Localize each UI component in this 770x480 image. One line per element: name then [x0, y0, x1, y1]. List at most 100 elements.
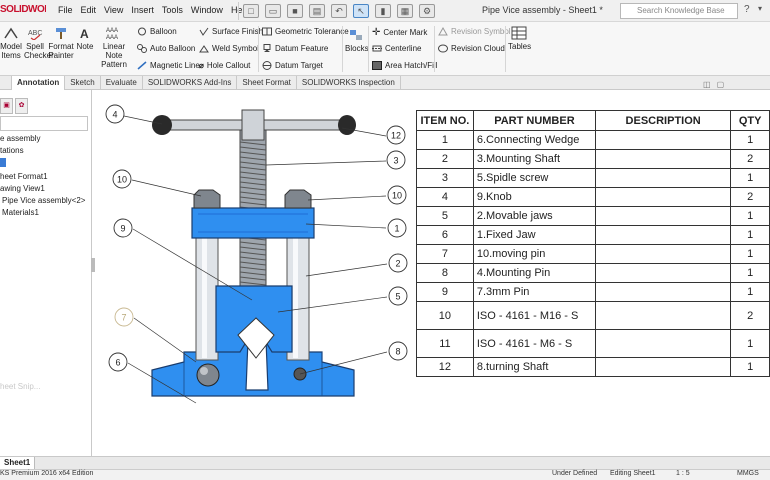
bom-cell-item[interactable]: 10 — [416, 301, 474, 330]
tree-item-annotations[interactable]: tations — [0, 146, 24, 155]
centerline-button[interactable]: Centerline — [372, 44, 421, 53]
bom-cell-part[interactable]: 1.Fixed Jaw — [472, 225, 597, 245]
menu-view[interactable]: View — [104, 5, 123, 15]
balloon-callout[interactable]: 10 — [387, 185, 407, 205]
bom-cell-item[interactable]: 3 — [416, 168, 474, 188]
new-document-icon[interactable]: □ — [243, 4, 259, 18]
tree-item-materials[interactable]: Materials1 — [2, 208, 39, 217]
tree-item-assembly[interactable]: e assembly — [0, 134, 40, 143]
bom-cell-item[interactable]: 2 — [416, 149, 474, 169]
table-row[interactable]: 10 ISO - 4161 - M16 - S 2 — [416, 301, 770, 330]
weld-symbol-button[interactable]: Weld Symbol — [199, 44, 259, 53]
bom-cell-qty[interactable]: 1 — [730, 357, 770, 377]
bom-cell-qty[interactable]: 2 — [730, 301, 770, 330]
bom-header-item-no[interactable]: ITEM NO. — [416, 110, 474, 131]
balloon-callout[interactable]: 9 — [113, 218, 133, 238]
area-hatch-button[interactable]: Area Hatch/Fill — [372, 61, 437, 70]
bom-cell-item[interactable]: 8 — [416, 263, 474, 283]
tree-item-sheet-format[interactable]: heet Format1 — [0, 172, 48, 181]
bom-cell-qty[interactable]: 2 — [730, 187, 770, 207]
bom-cell-part[interactable]: ISO - 4161 - M16 - S — [472, 301, 597, 330]
bom-header-part-number[interactable]: PART NUMBER — [472, 110, 597, 131]
magnetic-line-button[interactable]: Magnetic Line — [137, 61, 200, 70]
menu-edit[interactable]: Edit — [81, 5, 97, 15]
hole-callout-button[interactable]: ⌀ Hole Callout — [199, 61, 250, 70]
bom-cell-desc[interactable] — [594, 187, 732, 207]
bom-cell-desc[interactable] — [594, 206, 732, 226]
bom-cell-item[interactable]: 11 — [416, 329, 474, 358]
tree-filter-input[interactable] — [0, 116, 88, 131]
configuration-manager-icon[interactable]: ✿ — [15, 98, 28, 114]
bom-header-description[interactable]: DESCRIPTION — [594, 110, 732, 131]
status-units[interactable]: MMGS — [737, 470, 759, 477]
save-icon[interactable]: ■ — [287, 4, 303, 18]
table-row[interactable]: 6 1.Fixed Jaw 1 — [416, 225, 770, 245]
bom-cell-part[interactable]: ISO - 4161 - M6 - S — [472, 329, 597, 358]
tab-annotation[interactable]: Annotation — [12, 76, 66, 90]
pipe-vice-drawing-view[interactable]: 412310109 125786 — [96, 90, 416, 430]
balloon-callout[interactable]: 10 — [112, 169, 132, 189]
bom-cell-item[interactable]: 12 — [416, 357, 474, 377]
table-row[interactable]: 11 ISO - 4161 - M6 - S 1 — [416, 329, 770, 358]
balloon-callout[interactable]: 3 — [386, 150, 406, 170]
bom-cell-part[interactable]: 2.Movable jaws — [472, 206, 597, 226]
bom-cell-desc[interactable] — [594, 357, 732, 377]
model-items-button[interactable]: Model Items — [0, 26, 22, 60]
help-icon[interactable]: ? — [744, 4, 750, 15]
tab-sheet-format[interactable]: Sheet Format — [237, 76, 297, 90]
balloon-callout[interactable]: 4 — [105, 104, 125, 124]
tab-solidworks-inspection[interactable]: SOLIDWORKS Inspection — [297, 76, 401, 90]
bom-cell-desc[interactable] — [594, 301, 732, 330]
undo-icon[interactable]: ↶ — [331, 4, 347, 18]
bom-cell-desc[interactable] — [594, 329, 732, 358]
tab-sketch[interactable]: Sketch — [65, 76, 101, 90]
center-mark-button[interactable]: ✛ Center Mark — [372, 27, 427, 38]
bom-cell-desc[interactable] — [594, 282, 732, 302]
bom-cell-part[interactable]: 6.Connecting Wedge — [472, 130, 597, 150]
property-manager-icon[interactable]: ▣ — [0, 98, 13, 114]
knowledge-base-search-input[interactable]: Search Knowledge Base — [620, 3, 738, 19]
bom-cell-item[interactable]: 4 — [416, 187, 474, 207]
table-row[interactable]: 3 5.Spidle screw 1 — [416, 168, 770, 188]
bom-cell-qty[interactable]: 1 — [730, 168, 770, 188]
balloon-callout[interactable]: 7 — [114, 307, 134, 327]
menu-window[interactable]: Window — [191, 5, 223, 15]
balloon-callout[interactable]: 6 — [108, 352, 128, 372]
bom-cell-qty[interactable]: 1 — [730, 225, 770, 245]
balloon-callout[interactable]: 12 — [386, 125, 406, 145]
bom-cell-desc[interactable] — [594, 225, 732, 245]
table-row[interactable]: 2 3.Mounting Shaft 2 — [416, 149, 770, 169]
balloon-callout[interactable]: 8 — [388, 341, 408, 361]
file-properties-icon[interactable]: ▦ — [397, 4, 413, 18]
tree-item-selected-marker[interactable] — [0, 158, 6, 167]
bom-cell-qty[interactable]: 1 — [730, 244, 770, 264]
note-button[interactable]: A Note — [76, 26, 94, 51]
bom-cell-item[interactable]: 7 — [416, 244, 474, 264]
table-row[interactable]: 7 10.moving pin 1 — [416, 244, 770, 264]
bom-cell-part[interactable]: 8.turning Shaft — [472, 357, 597, 377]
rebuild-icon[interactable]: ▮ — [375, 4, 391, 18]
revision-symbol-button[interactable]: Revision Symbol — [438, 27, 511, 36]
maximize-icon[interactable]: ▢ — [717, 80, 725, 89]
print-icon[interactable]: ▤ — [309, 4, 325, 18]
blocks-button[interactable]: Blocks — [345, 28, 369, 53]
linear-note-pattern-button[interactable]: AAA AAA Linear Note Pattern — [96, 26, 132, 69]
bom-cell-desc[interactable] — [594, 244, 732, 264]
bom-header-qty[interactable]: QTY — [730, 110, 770, 131]
menu-tools[interactable]: Tools — [162, 5, 183, 15]
view-orientation-icon[interactable]: ◫ — [703, 80, 711, 89]
bom-cell-part[interactable]: 4.Mounting Pin — [472, 263, 597, 283]
balloon-callout[interactable]: 1 — [387, 218, 407, 238]
bom-cell-part[interactable]: 7.3mm Pin — [472, 282, 597, 302]
chevron-down-icon[interactable]: ▾ — [758, 4, 762, 13]
bom-cell-desc[interactable] — [594, 263, 732, 283]
bom-cell-qty[interactable]: 1 — [730, 206, 770, 226]
status-scale[interactable]: 1 : 5 — [676, 470, 690, 477]
bom-cell-part[interactable]: 10.moving pin — [472, 244, 597, 264]
select-pointer-icon[interactable]: ↖ — [353, 4, 369, 18]
bom-cell-item[interactable]: 1 — [416, 130, 474, 150]
bill-of-materials-table[interactable]: ITEM NO. PART NUMBER DESCRIPTION QTY 1 6.… — [416, 110, 770, 377]
table-row[interactable]: 4 9.Knob 2 — [416, 187, 770, 207]
table-row[interactable]: 5 2.Movable jaws 1 — [416, 206, 770, 226]
surface-finish-button[interactable]: Surface Finish — [199, 27, 263, 36]
